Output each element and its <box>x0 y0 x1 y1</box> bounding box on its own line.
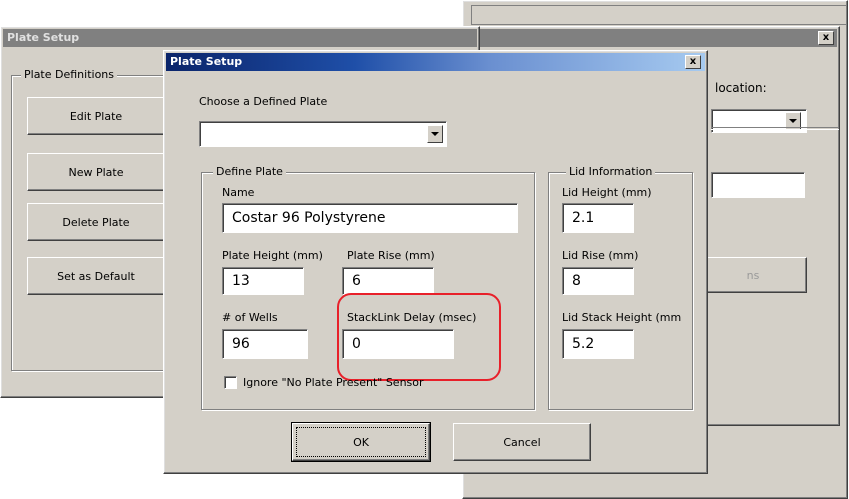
cancel-button[interactable]: Cancel <box>453 423 591 461</box>
plate-rise-field[interactable]: 6 <box>342 267 434 295</box>
choose-plate-dropdown[interactable] <box>199 121 447 147</box>
lid-height-field[interactable]: 2.1 <box>562 203 634 233</box>
edit-plate-button[interactable]: Edit Plate <box>27 97 165 135</box>
plate-height-label: Plate Height (mm) <box>222 249 323 262</box>
lid-information-legend: Lid Information <box>566 165 656 178</box>
secondary-text-field[interactable] <box>711 172 805 198</box>
wells-label: # of Wells <box>222 311 278 324</box>
name-label: Name <box>222 186 255 199</box>
wells-field[interactable]: 96 <box>222 329 308 359</box>
lid-height-label: Lid Height (mm) <box>562 186 652 199</box>
plate-setup-titlebar: Plate Setup <box>166 53 705 71</box>
location-label: location: <box>715 81 767 95</box>
choose-plate-dropdown-button[interactable] <box>427 125 443 143</box>
set-as-default-button[interactable]: Set as Default <box>27 257 165 295</box>
plate-setup-back-title: Plate Setup <box>7 31 80 44</box>
name-field[interactable]: Costar 96 Polystyrene <box>222 203 518 233</box>
chevron-down-icon <box>789 119 797 123</box>
plate-definitions-legend: Plate Definitions <box>21 68 118 81</box>
plate-height-field[interactable]: 13 <box>222 267 304 295</box>
plate-setup-dialog: Plate Setup x Choose a Defined Plate Def… <box>163 50 708 474</box>
secondary-window-titlebar <box>475 29 837 47</box>
lid-stack-height-field[interactable]: 5.2 <box>562 329 634 359</box>
plate-setup-back-titlebar: Plate Setup <box>3 29 477 47</box>
ignore-sensor-checkbox[interactable] <box>224 376 237 389</box>
secondary-divider <box>711 127 839 130</box>
define-plate-legend: Define Plate <box>213 165 286 178</box>
ok-button[interactable]: OK <box>292 423 430 461</box>
ignore-sensor-label[interactable]: Ignore "No Plate Present" Sensor <box>243 376 424 390</box>
new-plate-button[interactable]: New Plate <box>27 153 165 191</box>
secondary-close-button[interactable]: x <box>818 31 834 45</box>
lid-rise-field[interactable]: 8 <box>562 267 634 295</box>
lid-stack-height-label: Lid Stack Height (mm <box>562 311 682 324</box>
plate-setup-title: Plate Setup <box>170 55 243 68</box>
lid-rise-label: Lid Rise (mm) <box>562 249 639 262</box>
highlight-ring <box>337 293 501 381</box>
chevron-down-icon <box>431 132 439 136</box>
plate-rise-label: Plate Rise (mm) <box>347 249 435 262</box>
choose-plate-label: Choose a Defined Plate <box>199 95 328 108</box>
background-window-inner-frame <box>471 5 847 25</box>
dialog-close-button[interactable]: x <box>685 55 701 69</box>
delete-plate-button[interactable]: Delete Plate <box>27 203 165 241</box>
